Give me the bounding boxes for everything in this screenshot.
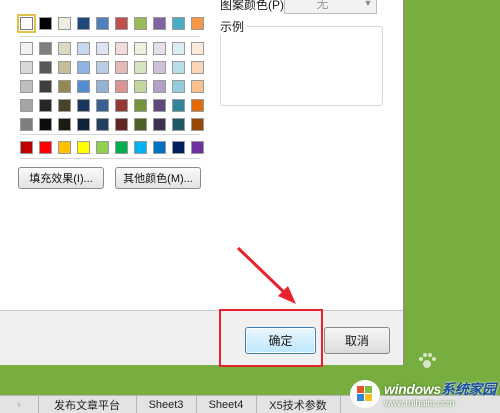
color-swatch[interactable] <box>39 17 52 30</box>
color-swatch[interactable] <box>58 80 71 93</box>
color-swatch[interactable] <box>134 118 147 131</box>
color-swatch[interactable] <box>115 118 128 131</box>
color-swatch[interactable] <box>134 141 147 154</box>
sheet-tab[interactable]: X5技术参数 <box>256 396 341 413</box>
palette-divider <box>20 134 200 135</box>
more-colors-button[interactable]: 其他颜色(M)... <box>115 167 201 189</box>
color-swatch[interactable] <box>96 141 109 154</box>
color-swatch[interactable] <box>153 118 166 131</box>
sample-preview <box>220 26 383 106</box>
watermark-logo: windows系统家园 www.ruihaitu.com <box>350 376 500 412</box>
color-swatch[interactable] <box>115 17 128 30</box>
color-swatch[interactable] <box>134 80 147 93</box>
color-swatch[interactable] <box>77 61 90 74</box>
color-swatch[interactable] <box>115 42 128 55</box>
color-swatch[interactable] <box>58 17 71 30</box>
color-swatch[interactable] <box>153 141 166 154</box>
color-swatch[interactable] <box>20 80 33 93</box>
color-swatch[interactable] <box>39 61 52 74</box>
windows-logo-icon <box>350 380 380 408</box>
palette-divider <box>20 158 200 159</box>
color-swatch[interactable] <box>77 141 90 154</box>
color-swatch[interactable] <box>115 99 128 112</box>
color-swatch[interactable] <box>172 141 185 154</box>
color-swatch[interactable] <box>39 42 52 55</box>
color-swatch[interactable] <box>172 118 185 131</box>
color-swatch[interactable] <box>96 42 109 55</box>
color-swatch[interactable] <box>191 80 204 93</box>
color-swatch[interactable] <box>77 17 90 30</box>
paw-icon <box>419 353 436 368</box>
tab-scroll-icon[interactable]: › <box>0 396 39 413</box>
color-swatch[interactable] <box>77 42 90 55</box>
color-swatch[interactable] <box>96 80 109 93</box>
color-swatch[interactable] <box>20 118 33 131</box>
color-swatch[interactable] <box>153 99 166 112</box>
color-swatch[interactable] <box>20 141 33 154</box>
color-swatch[interactable] <box>172 42 185 55</box>
red-arrow-annotation <box>236 246 296 304</box>
color-swatch[interactable] <box>20 42 33 55</box>
color-swatch[interactable] <box>134 99 147 112</box>
color-swatch[interactable] <box>77 80 90 93</box>
color-swatch[interactable] <box>58 42 71 55</box>
color-swatch[interactable] <box>191 141 204 154</box>
ok-button[interactable]: 确定 <box>245 327 316 354</box>
pattern-color-label: 图案颜色(P): <box>220 0 288 12</box>
color-swatch[interactable] <box>172 80 185 93</box>
cancel-button[interactable]: 取消 <box>324 327 390 354</box>
color-swatch[interactable] <box>58 61 71 74</box>
color-swatch[interactable] <box>58 118 71 131</box>
color-swatch[interactable] <box>96 118 109 131</box>
palette-divider <box>20 36 200 37</box>
color-swatch[interactable] <box>58 141 71 154</box>
chevron-down-icon: ▼ <box>363 0 373 8</box>
pattern-color-value: 无 <box>316 0 329 11</box>
color-swatch[interactable] <box>96 61 109 74</box>
color-swatch[interactable] <box>153 80 166 93</box>
color-swatch[interactable] <box>96 17 109 30</box>
color-swatch[interactable] <box>39 141 52 154</box>
color-swatch[interactable] <box>153 61 166 74</box>
color-swatch[interactable] <box>134 61 147 74</box>
color-swatch[interactable] <box>115 61 128 74</box>
color-swatch[interactable] <box>191 61 204 74</box>
color-swatch[interactable] <box>153 17 166 30</box>
color-swatch[interactable] <box>20 99 33 112</box>
color-swatch[interactable] <box>191 118 204 131</box>
color-swatch[interactable] <box>39 118 52 131</box>
color-swatch[interactable] <box>17 14 36 33</box>
format-cells-dialog: 填充效果(I)... 其他颜色(M)... 图案颜色(P): 无 ▼ 示例 确定… <box>0 0 404 365</box>
color-swatch[interactable] <box>39 80 52 93</box>
color-swatch[interactable] <box>191 17 204 30</box>
color-swatch[interactable] <box>153 42 166 55</box>
color-swatch[interactable] <box>77 99 90 112</box>
color-swatch[interactable] <box>134 17 147 30</box>
watermark-url: www.ruihaitu.com <box>384 398 455 408</box>
pattern-color-dropdown[interactable]: 无 ▼ <box>284 0 377 14</box>
color-swatch[interactable] <box>58 99 71 112</box>
color-swatch[interactable] <box>115 141 128 154</box>
watermark-brand: windows系统家园 <box>384 381 496 397</box>
fill-effects-button[interactable]: 填充效果(I)... <box>18 167 104 189</box>
sheet-tab[interactable]: 发布文章平台 <box>38 396 137 413</box>
color-swatch[interactable] <box>115 80 128 93</box>
color-swatch[interactable] <box>191 42 204 55</box>
color-swatch[interactable] <box>172 99 185 112</box>
color-swatch[interactable] <box>134 42 147 55</box>
color-swatch[interactable] <box>20 61 33 74</box>
color-swatch[interactable] <box>96 99 109 112</box>
sheet-tab[interactable]: Sheet4 <box>196 396 257 413</box>
color-swatch[interactable] <box>191 99 204 112</box>
color-swatch[interactable] <box>172 17 185 30</box>
sheet-tab[interactable]: Sheet3 <box>136 396 197 413</box>
sample-label: 示例 <box>220 18 247 35</box>
color-swatch[interactable] <box>77 118 90 131</box>
color-swatch[interactable] <box>172 61 185 74</box>
color-swatch[interactable] <box>39 99 52 112</box>
